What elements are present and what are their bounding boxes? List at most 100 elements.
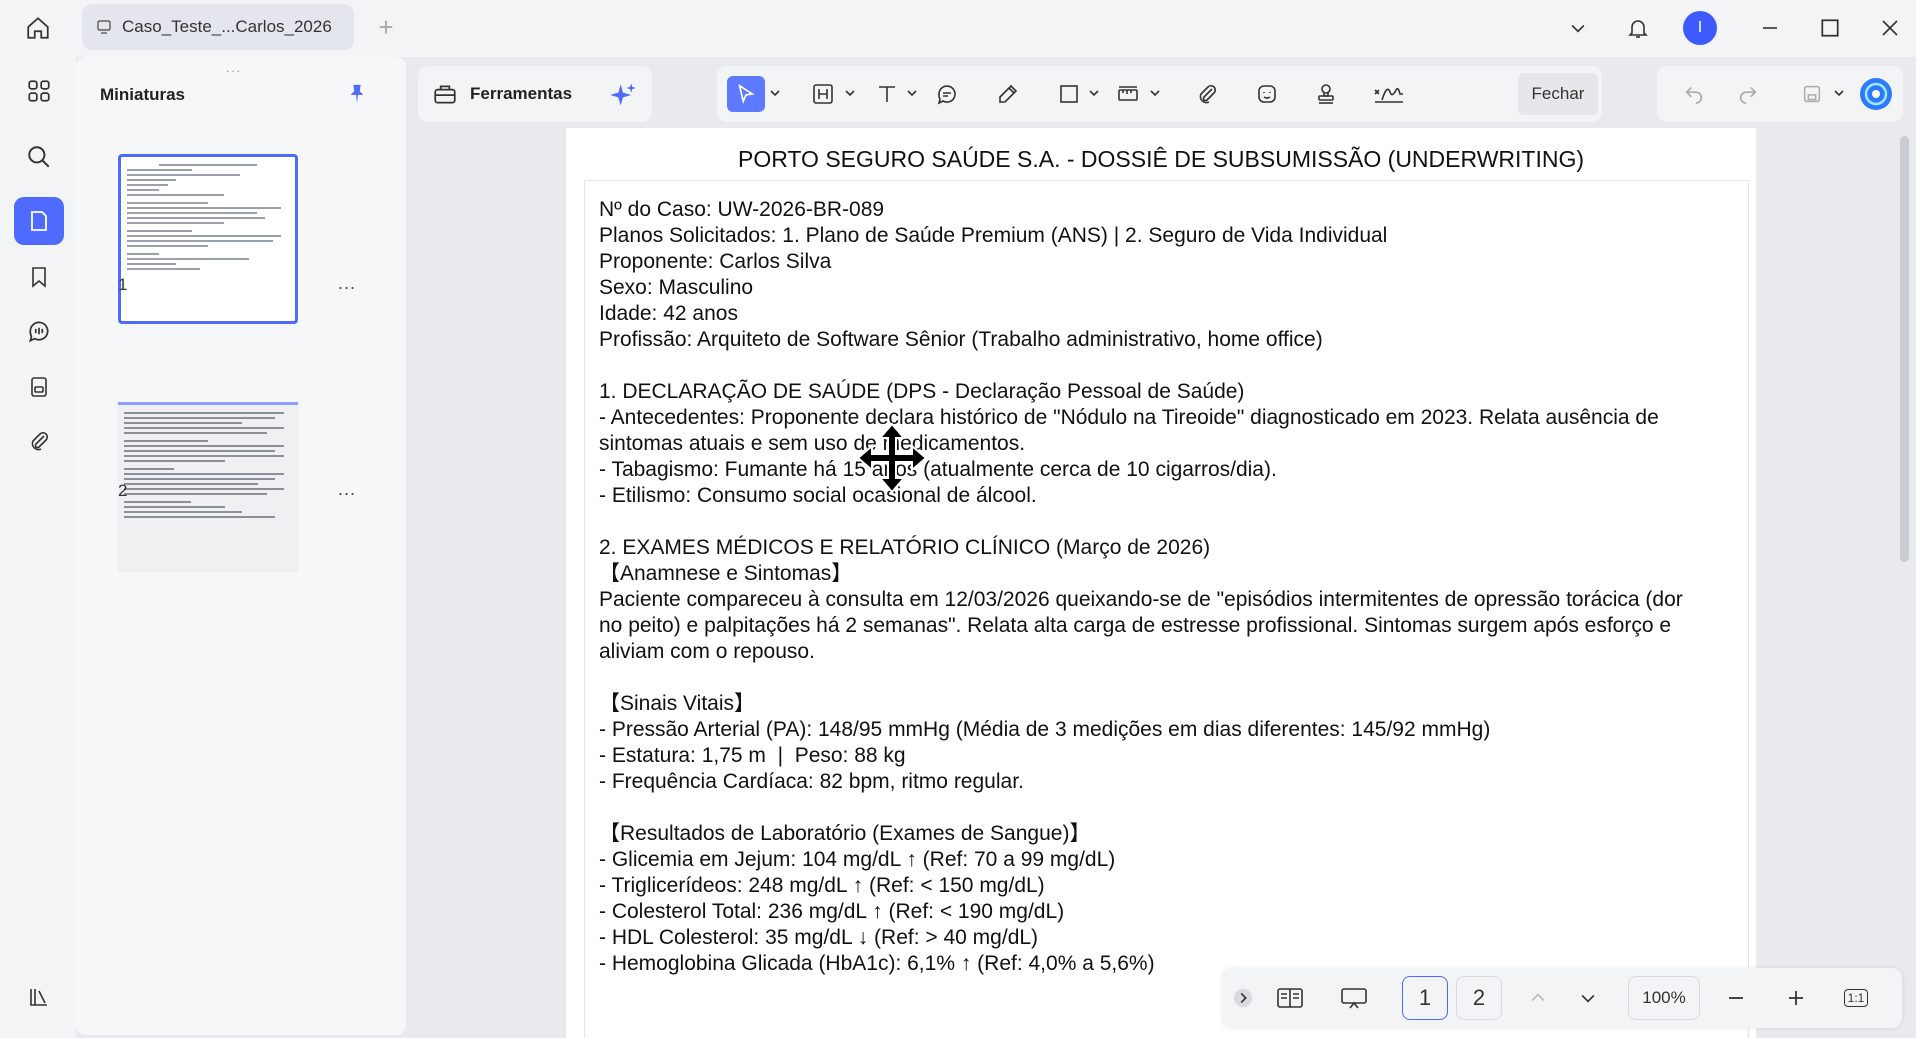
save-button[interactable] <box>1793 76 1831 112</box>
measure-tool-button[interactable] <box>1109 76 1147 112</box>
panel-resize-handle[interactable]: ... <box>226 61 242 75</box>
doc-line: - HDL Colesterol: 35 mg/dL ↓ (Ref: > 40 … <box>599 926 1039 949</box>
bookmarks-button[interactable] <box>14 253 64 301</box>
page-thumbnail-2[interactable] <box>118 402 298 572</box>
apps-button[interactable] <box>14 67 64 115</box>
chevron-down-icon <box>1571 24 1585 33</box>
pin-panel-button[interactable] <box>342 79 372 109</box>
undo-icon <box>1685 86 1703 104</box>
new-tab-button[interactable]: + <box>372 14 400 42</box>
pen-icon <box>999 84 1018 103</box>
rectangle-icon <box>1060 85 1078 103</box>
pen-tool-button[interactable] <box>989 76 1027 112</box>
document-text-box[interactable]: Nº do Caso: UW-2026-BR-089 Planos Solici… <box>584 180 1749 1038</box>
forms-button[interactable] <box>14 363 64 411</box>
annotation-toolbar: Fechar <box>717 66 1602 122</box>
presentation-button[interactable] <box>1334 980 1374 1016</box>
search-icon <box>28 146 50 168</box>
doc-line: Paciente compareceu à consulta em 12/03/… <box>599 588 1683 611</box>
doc-line <box>599 795 1734 821</box>
doc-line <box>599 353 1734 379</box>
search-button[interactable] <box>14 133 64 181</box>
page-thumbnail-2-more-button[interactable]: ... <box>338 479 356 500</box>
sparkle-icon <box>610 83 636 106</box>
doc-line: 【Resultados de Laboratório (Exames de Sa… <box>599 822 1091 845</box>
home-button[interactable] <box>18 10 58 46</box>
text-icon <box>879 86 895 102</box>
sticker-tool-button[interactable] <box>1248 76 1286 112</box>
page-1-button[interactable]: 1 <box>1402 976 1448 1020</box>
collapse-bar-button[interactable] <box>1228 980 1258 1016</box>
zoom-out-button[interactable] <box>1718 980 1754 1016</box>
highlight-tool-dropdown[interactable] <box>844 86 856 100</box>
redo-button[interactable] <box>1729 76 1767 112</box>
notifications-button[interactable] <box>1616 8 1660 48</box>
highlight-tool-button[interactable] <box>804 76 842 112</box>
page-thumbnail-1-more-button[interactable]: ... <box>338 273 356 294</box>
undo-button[interactable] <box>1675 76 1713 112</box>
zoom-in-button[interactable] <box>1778 980 1814 1016</box>
attach-tool-button[interactable] <box>1188 76 1226 112</box>
doc-line: aliviam com o repouso. <box>599 640 815 663</box>
save-icon <box>1803 85 1821 103</box>
title-bar: Caso_Teste_...Carlos_2026 + I <box>0 0 1916 57</box>
document-title: PORTO SEGURO SAÚDE S.A. - DOSSIÊ DE SUBS… <box>737 146 1584 172</box>
chevron-down-icon <box>1834 90 1844 97</box>
doc-line: 【Anamnese e Sintomas】 <box>599 562 853 585</box>
text-tool-dropdown[interactable] <box>906 86 918 100</box>
document-page: PORTO SEGURO SAÚDE S.A. - DOSSIÊ DE SUBS… <box>566 128 1756 1038</box>
doc-line: 1. DECLARAÇÃO DE SAÚDE (DPS - Declaração… <box>599 380 1245 403</box>
doc-line: - Pressão Arterial (PA): 148/95 mmHg (Mé… <box>599 718 1491 741</box>
thumbnails-button[interactable] <box>14 197 64 245</box>
library-button[interactable] <box>14 973 64 1021</box>
select-tool-dropdown[interactable] <box>769 86 781 100</box>
stamp-tool-button[interactable] <box>1307 76 1345 112</box>
page-thumbnail-2-number: 2 <box>118 481 128 500</box>
ai-assistant-button[interactable] <box>608 80 638 110</box>
close-icon <box>1882 20 1898 36</box>
comment-tool-button[interactable] <box>928 76 966 112</box>
comments-button[interactable] <box>14 307 64 355</box>
page-thumbnail-1[interactable] <box>118 154 298 324</box>
tools-menu-button[interactable]: Ferramentas <box>418 66 652 122</box>
doc-line: - Glicemia em Jejum: 104 mg/dL ↑ (Ref: 7… <box>599 848 1116 871</box>
minimize-button[interactable] <box>1748 8 1792 48</box>
shape-tool-button[interactable] <box>1050 76 1088 112</box>
left-rail <box>0 57 76 1038</box>
previous-page-button[interactable] <box>1520 980 1556 1016</box>
close-tools-button[interactable]: Fechar <box>1518 73 1598 115</box>
chevron-down-icon <box>1150 90 1160 97</box>
doc-line: Sexo: Masculino <box>599 276 754 299</box>
chevron-right-icon <box>1233 988 1253 1008</box>
user-account-button[interactable]: I <box>1678 8 1722 48</box>
shape-tool-dropdown[interactable] <box>1088 86 1100 100</box>
actual-size-button[interactable]: 1:1 <box>1838 980 1874 1016</box>
page-2-button[interactable]: 2 <box>1456 976 1502 1020</box>
bell-icon <box>1628 20 1648 38</box>
document-tab-title: Caso_Teste_...Carlos_2026 <box>122 17 332 36</box>
attachments-button[interactable] <box>14 417 64 465</box>
book-icon <box>1277 988 1303 1008</box>
tab-list-button[interactable] <box>1556 8 1600 48</box>
thumbnails-panel: ... Miniaturas 1 ... 2 ... <box>76 57 406 1035</box>
doc-line <box>599 509 1734 535</box>
doc-line: - Frequência Cardíaca: 82 bpm, ritmo reg… <box>599 770 1024 793</box>
next-page-button[interactable] <box>1570 980 1606 1016</box>
measure-tool-dropdown[interactable] <box>1149 86 1161 100</box>
signature-tool-button[interactable] <box>1367 76 1411 112</box>
select-tool-button[interactable] <box>727 76 765 112</box>
doc-line: - Antecedentes: Proponente declara histó… <box>599 406 1659 429</box>
ai-chat-button[interactable] <box>1857 76 1895 112</box>
close-window-button[interactable] <box>1868 8 1912 48</box>
scrollbar-thumb[interactable] <box>1900 136 1909 562</box>
maximize-button[interactable] <box>1808 8 1852 48</box>
move-cursor-icon <box>856 422 928 494</box>
doc-line <box>599 665 1734 691</box>
doc-line: Idade: 42 anos <box>599 302 738 325</box>
save-dropdown[interactable] <box>1833 86 1845 100</box>
bookmark-icon <box>32 267 46 288</box>
zoom-level[interactable]: 100% <box>1628 976 1700 1020</box>
text-tool-button[interactable] <box>868 76 906 112</box>
document-tab[interactable]: Caso_Teste_...Carlos_2026 <box>82 4 354 50</box>
reading-mode-button[interactable] <box>1270 980 1310 1016</box>
